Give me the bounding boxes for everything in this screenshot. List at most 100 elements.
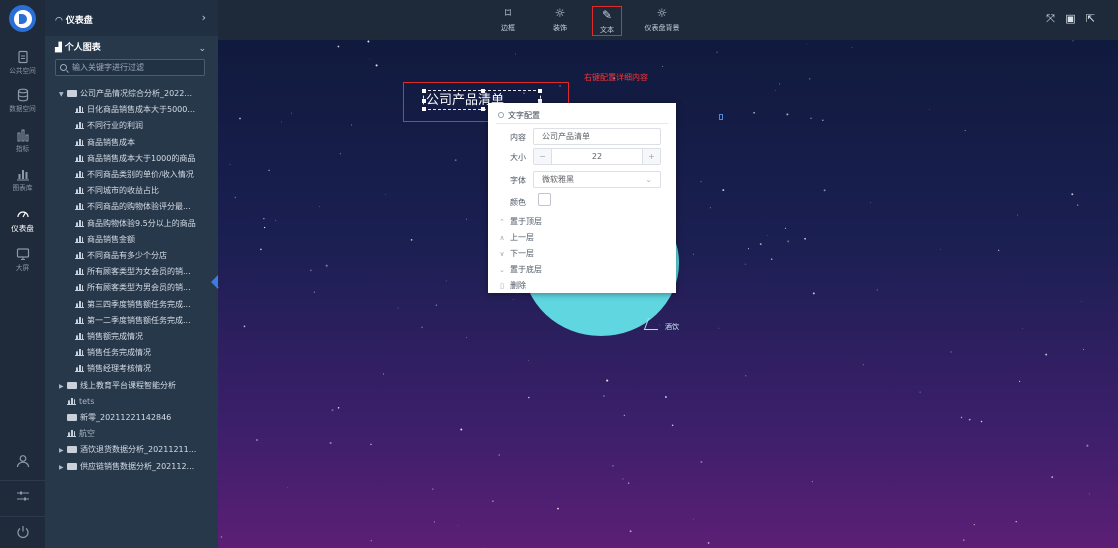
rail-item-dashboard[interactable]: 仪表盘 <box>0 207 45 234</box>
content-value: 公司产品清单 <box>542 132 590 141</box>
font-select[interactable]: 微软雅黑 ⌄ <box>533 171 661 188</box>
app-logo[interactable] <box>9 5 36 32</box>
chart-icon <box>75 219 84 227</box>
tree-item[interactable]: 不同商品类别的单价/收入情况 <box>45 167 218 183</box>
chart-tree-panel: ◠ 仪表盘 › ▟ 个人图表 ⌄ 输入关键字进行过滤 ▼ 公司产品情况综合分析_2… <box>45 0 219 548</box>
caret-right-icon[interactable]: ▶ <box>59 379 67 394</box>
rail-item-chart-library[interactable]: 图表库 <box>0 167 45 193</box>
background-icon: ☼ <box>656 6 668 20</box>
tree-item[interactable]: 不同行业的利润 <box>45 118 218 134</box>
star <box>383 373 384 375</box>
tree-item[interactable]: 日化商品销售成本大于5000... <box>45 102 218 118</box>
star <box>1022 328 1024 330</box>
chart-icon <box>75 267 84 275</box>
decoration-tool-button[interactable]: ☼ 装饰 <box>540 6 580 33</box>
caret-right-icon[interactable]: ▶ <box>59 443 67 458</box>
resize-handle[interactable] <box>422 107 426 111</box>
tree-folder[interactable]: 新零_20211221142846 <box>45 410 218 426</box>
tree-item-label: 不同城市的收益占比 <box>87 186 159 195</box>
chevron-down-icon[interactable]: ⌄ <box>198 44 206 54</box>
folder-icon <box>67 446 77 453</box>
tree-item[interactable]: 销售额完成情况 <box>45 329 218 345</box>
send-backward-item[interactable]: ∨ 下一层 <box>498 248 534 259</box>
resize-handle[interactable] <box>481 107 485 111</box>
resize-handle[interactable] <box>422 89 426 93</box>
export-icon[interactable]: ⇱ <box>1084 12 1097 25</box>
increment-button[interactable]: + <box>642 149 660 164</box>
star <box>367 40 370 43</box>
text-tool-button[interactable]: ✎ 文本 <box>592 6 622 36</box>
bring-to-front-item[interactable]: ⌃ 置于顶层 <box>498 216 542 227</box>
color-picker[interactable] <box>538 193 551 206</box>
tree-item[interactable]: 销售经理考核情况 <box>45 361 218 377</box>
tree-item-label: 第三四季度销售额任务完成... <box>87 300 191 309</box>
star <box>744 263 746 265</box>
folder-icon <box>67 414 77 421</box>
tree-item[interactable]: 不同商品有多少个分店 <box>45 248 218 264</box>
tree-item[interactable]: 不同城市的收益占比 <box>45 183 218 199</box>
rail-item-metrics[interactable]: 指标 <box>0 128 45 154</box>
tree-item[interactable]: 销售任务完成情况 <box>45 345 218 361</box>
send-to-back-item[interactable]: ⌄ 置于底层 <box>498 264 542 275</box>
border-tool-button[interactable]: ⌑ 边框 <box>488 6 528 33</box>
rail-item-public-space[interactable]: 公共空间 <box>0 50 45 76</box>
content-input[interactable]: 公司产品清单 <box>533 128 661 145</box>
tree-item[interactable]: 所有顾客类型为男会员的销... <box>45 280 218 296</box>
bring-forward-item[interactable]: ∧ 上一层 <box>498 232 534 243</box>
search-input[interactable]: 输入关键字进行过滤 <box>55 59 205 76</box>
tree-item-label: 商品销售成本 <box>87 138 135 147</box>
star <box>243 325 246 328</box>
tree-item[interactable]: 商品销售成本大于1000的商品 <box>45 151 218 167</box>
star <box>919 391 921 393</box>
resize-handle[interactable] <box>481 89 485 93</box>
text-edit-icon: ✎ <box>601 8 613 22</box>
tree-item[interactable]: 第一二季度销售额任务完成... <box>45 313 218 329</box>
star <box>433 521 435 523</box>
tree-item[interactable]: 不同商品的购物体验评分最... <box>45 199 218 215</box>
tree-folder[interactable]: ▶ 供应链销售数据分析_202112... <box>45 459 218 475</box>
dashboard-header[interactable]: ◠ 仪表盘 › <box>45 0 218 36</box>
star <box>281 121 282 123</box>
background-tool-button[interactable]: ☼ 仪表盘背景 <box>638 6 686 33</box>
tree-item[interactable]: 商品购物体验9.5分以上的商品 <box>45 216 218 232</box>
decrement-button[interactable]: − <box>534 149 552 164</box>
star <box>806 43 808 45</box>
tree-item[interactable]: tets <box>45 394 218 410</box>
settings-button[interactable] <box>0 480 45 510</box>
chevron-right-icon[interactable]: › <box>202 11 206 24</box>
star <box>759 243 762 246</box>
star <box>331 409 334 412</box>
section-title[interactable]: ▟ 个人图表 <box>55 40 101 53</box>
fullscreen-icon[interactable]: ⤧ <box>1044 12 1057 25</box>
menu-title: 文字配置 <box>498 110 540 121</box>
tree-item-label: 所有顾客类型为女会员的销... <box>87 267 191 276</box>
star <box>369 58 371 60</box>
star <box>950 351 952 353</box>
tree-item[interactable]: 航空 <box>45 426 218 442</box>
star <box>325 264 328 267</box>
tree-folder[interactable]: ▼ 公司产品情况综合分析_2022... <box>45 86 218 102</box>
resize-handle[interactable] <box>422 99 426 103</box>
caret-right-icon[interactable]: ▶ <box>59 460 67 475</box>
tree-item[interactable]: 所有顾客类型为女会员的销... <box>45 264 218 280</box>
delete-item[interactable]: ▯ 删除 <box>498 280 526 291</box>
tree-item-label: 供应链销售数据分析_202112... <box>80 462 195 471</box>
user-button[interactable] <box>0 446 45 476</box>
star <box>664 396 667 398</box>
tree-item-label: 酒饮退货数据分析_20211211... <box>80 445 197 454</box>
chart-icon <box>75 283 84 291</box>
save-icon[interactable]: ▣ <box>1064 12 1077 25</box>
rail-item-data-space[interactable]: 数据空间 <box>0 88 45 114</box>
tree-item[interactable]: 商品销售成本 <box>45 135 218 151</box>
tree-folder[interactable]: ▶ 酒饮退货数据分析_20211211... <box>45 442 218 458</box>
caret-down-icon[interactable]: ▼ <box>59 87 67 102</box>
tree-item[interactable]: 第三四季度销售额任务完成... <box>45 297 218 313</box>
tree-item-label: 不同商品有多少个分店 <box>87 251 167 260</box>
rail-item-big-screen[interactable]: 大屏 <box>0 247 45 273</box>
tree-folder[interactable]: ▶ 线上教育平台课程智能分析 <box>45 378 218 394</box>
size-stepper[interactable]: − 22 + <box>533 148 661 165</box>
tree-item[interactable]: 商品销售金额 <box>45 232 218 248</box>
logout-button[interactable] <box>0 516 45 546</box>
resize-handle[interactable] <box>538 89 542 93</box>
star <box>823 189 826 192</box>
